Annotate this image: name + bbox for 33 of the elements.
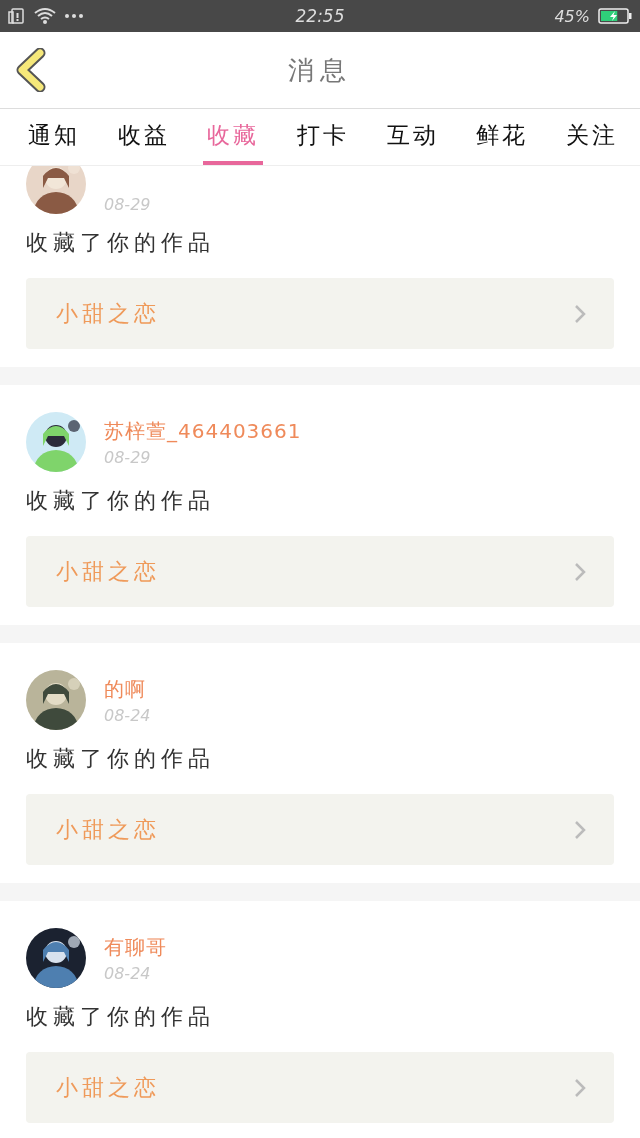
chevron-icon: [574, 819, 586, 840]
battery-percent: 45%: [554, 6, 590, 26]
message-text: 收藏了你的作品: [26, 487, 216, 515]
chevron-icon: [574, 561, 586, 582]
wifi-icon: [34, 7, 56, 25]
work-title: 小甜之恋: [56, 299, 160, 328]
back-button[interactable]: [14, 48, 48, 92]
tab[interactable]: 通知: [24, 109, 84, 165]
message-text: 收藏了你的作品: [26, 229, 216, 257]
page-title: 消息: [288, 53, 352, 87]
work-link[interactable]: 小甜之恋: [26, 1052, 614, 1123]
tab[interactable]: 鲜花: [472, 109, 533, 165]
sim-icon: [8, 7, 26, 25]
message-text: 收藏了你的作品: [26, 1003, 216, 1031]
work-link[interactable]: 小甜之恋: [26, 278, 614, 349]
message-text: 收藏了你的作品: [26, 745, 216, 773]
user-name[interactable]: 苏梓萱_464403661: [104, 417, 302, 444]
chevron-icon: [574, 303, 586, 324]
user-name[interactable]: 有聊哥: [104, 933, 167, 960]
work-link[interactable]: 小甜之恋: [26, 794, 614, 865]
battery-icon: [598, 8, 632, 24]
work-link[interactable]: 小甜之恋: [26, 536, 614, 607]
tab[interactable]: 收益: [113, 109, 174, 165]
user-name[interactable]: 的啊: [104, 675, 151, 702]
work-title: 小甜之恋: [56, 557, 160, 586]
status-time: 22:55: [295, 6, 345, 26]
work-title: 小甜之恋: [56, 815, 160, 844]
tab[interactable]: 互动: [382, 109, 443, 165]
chevron-icon: [574, 1077, 586, 1098]
work-title: 小甜之恋: [56, 1073, 160, 1102]
tab[interactable]: 打卡: [292, 109, 353, 165]
tab[interactable]: 关注: [561, 109, 622, 165]
more-icon: [64, 13, 84, 19]
